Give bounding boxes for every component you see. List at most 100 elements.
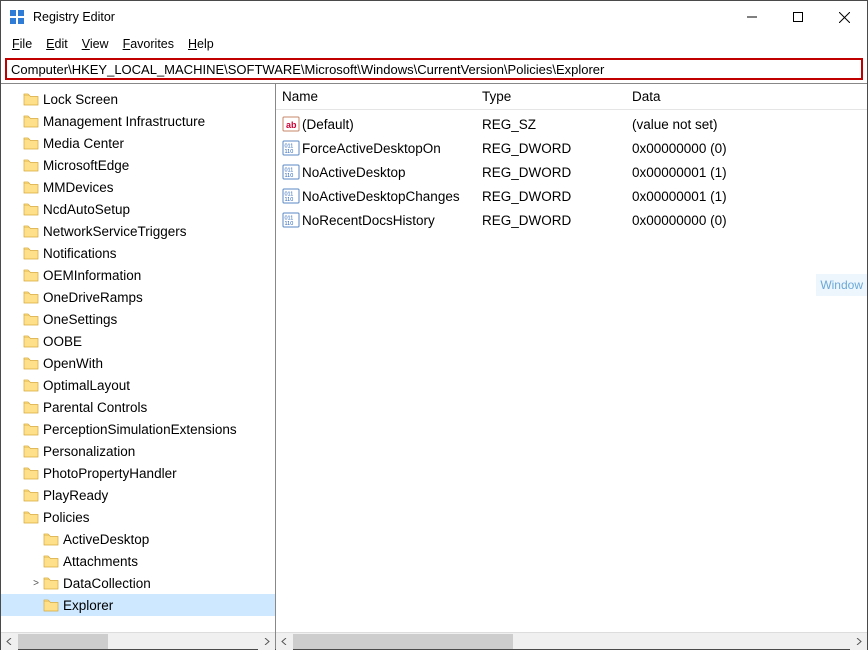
folder-icon	[23, 510, 39, 524]
scroll-left-icon[interactable]	[1, 633, 18, 650]
scroll-right-icon[interactable]	[258, 633, 275, 650]
close-button[interactable]	[821, 1, 867, 33]
chevron-right-icon	[29, 556, 43, 567]
svg-text:110: 110	[285, 197, 294, 203]
value-row[interactable]: 011110ForceActiveDesktopOnREG_DWORD0x000…	[276, 136, 867, 160]
scroll-right-icon[interactable]	[850, 633, 867, 650]
folder-icon	[23, 136, 39, 150]
folder-icon	[43, 598, 59, 612]
values-hscrollbar[interactable]	[276, 632, 867, 649]
watermark: Window	[816, 274, 867, 296]
tree-item[interactable]: Management Infrastructure	[1, 110, 275, 132]
value-name: NoActiveDesktopChanges	[302, 189, 482, 204]
menubar: File Edit View Favorites Help	[1, 33, 867, 55]
reg-dword-icon: 011110	[282, 211, 300, 229]
maximize-button[interactable]	[775, 1, 821, 33]
tree-item-label: OpenWith	[43, 356, 103, 371]
tree-item-label: Management Infrastructure	[43, 114, 205, 129]
scroll-track[interactable]	[293, 633, 850, 650]
value-row[interactable]: 011110NoActiveDesktopChangesREG_DWORD0x0…	[276, 184, 867, 208]
tree-item-label: Media Center	[43, 136, 124, 151]
scroll-left-icon[interactable]	[276, 633, 293, 650]
tree-item-label: Attachments	[63, 554, 138, 569]
tree-body[interactable]: Lock Screen Management Infrastructure Medi…	[1, 84, 275, 632]
tree-item[interactable]: Parental Controls	[1, 396, 275, 418]
window-title: Registry Editor	[33, 10, 729, 24]
minimize-button[interactable]	[729, 1, 775, 33]
values-header[interactable]: Name Type Data	[276, 84, 867, 110]
value-type: REG_DWORD	[482, 141, 632, 156]
scroll-track[interactable]	[18, 633, 258, 650]
tree-item[interactable]: ActiveDesktop	[1, 528, 275, 550]
column-data[interactable]: Data	[632, 89, 867, 104]
menu-edit[interactable]: Edit	[39, 35, 75, 53]
tree-item-label: DataCollection	[63, 576, 151, 591]
tree-item-label: Lock Screen	[43, 92, 118, 107]
value-row[interactable]: ab(Default)REG_SZ(value not set)	[276, 112, 867, 136]
menu-favorites[interactable]: Favorites	[116, 35, 181, 53]
addressbar[interactable]: Computer\HKEY_LOCAL_MACHINE\SOFTWARE\Mic…	[5, 58, 863, 80]
chevron-right-icon[interactable]: >	[29, 578, 43, 589]
value-name: NoRecentDocsHistory	[302, 213, 482, 228]
tree-item[interactable]: Notifications	[1, 242, 275, 264]
folder-icon	[23, 334, 39, 348]
column-name[interactable]: Name	[282, 89, 482, 104]
tree-item[interactable]: OOBE	[1, 330, 275, 352]
menu-view[interactable]: View	[75, 35, 116, 53]
folder-icon	[23, 92, 39, 106]
tree-item[interactable]: OneDriveRamps	[1, 286, 275, 308]
reg-dword-icon: 011110	[282, 139, 300, 157]
scroll-thumb[interactable]	[18, 634, 108, 649]
tree-item-label: Explorer	[63, 598, 113, 613]
svg-text:110: 110	[285, 221, 294, 227]
value-data: (value not set)	[632, 117, 867, 132]
folder-icon	[23, 488, 39, 502]
tree-item[interactable]: > DataCollection	[1, 572, 275, 594]
values-pane: Name Type Data ab(Default)REG_SZ(value n…	[276, 84, 867, 649]
folder-icon	[23, 466, 39, 480]
value-row[interactable]: 011110NoActiveDesktopREG_DWORD0x00000001…	[276, 160, 867, 184]
tree-item[interactable]: OpenWith	[1, 352, 275, 374]
tree-hscrollbar[interactable]	[1, 632, 275, 649]
chevron-right-icon	[29, 600, 43, 611]
tree-item[interactable]: PerceptionSimulationExtensions	[1, 418, 275, 440]
svg-text:ab: ab	[286, 120, 297, 130]
tree-item-label: Notifications	[43, 246, 117, 261]
value-data: 0x00000001 (1)	[632, 165, 867, 180]
menu-file[interactable]: File	[5, 35, 39, 53]
tree-item-label: MicrosoftEdge	[43, 158, 129, 173]
tree-item[interactable]: Personalization	[1, 440, 275, 462]
folder-icon	[23, 356, 39, 370]
scroll-thumb[interactable]	[293, 634, 513, 649]
tree-item-label: NetworkServiceTriggers	[43, 224, 187, 239]
tree-item-label: OOBE	[43, 334, 82, 349]
tree-item[interactable]: OptimalLayout	[1, 374, 275, 396]
tree-item[interactable]: Attachments	[1, 550, 275, 572]
tree-item[interactable]: PlayReady	[1, 484, 275, 506]
tree-item[interactable]: Policies	[1, 506, 275, 528]
folder-icon	[23, 444, 39, 458]
reg-dword-icon: 011110	[282, 163, 300, 181]
tree-item[interactable]: MicrosoftEdge	[1, 154, 275, 176]
tree-item[interactable]: PhotoPropertyHandler	[1, 462, 275, 484]
tree-item[interactable]: NcdAutoSetup	[1, 198, 275, 220]
reg-dword-icon: 011110	[282, 187, 300, 205]
menu-help[interactable]: Help	[181, 35, 221, 53]
tree-item[interactable]: MMDevices	[1, 176, 275, 198]
tree-item[interactable]: OneSettings	[1, 308, 275, 330]
folder-icon	[23, 114, 39, 128]
tree-item[interactable]: NetworkServiceTriggers	[1, 220, 275, 242]
column-type[interactable]: Type	[482, 89, 632, 104]
tree-item[interactable]: Lock Screen	[1, 88, 275, 110]
folder-icon	[23, 246, 39, 260]
value-row[interactable]: 011110NoRecentDocsHistoryREG_DWORD0x0000…	[276, 208, 867, 232]
values-body[interactable]: ab(Default)REG_SZ(value not set)011110Fo…	[276, 110, 867, 632]
value-type: REG_SZ	[482, 117, 632, 132]
svg-text:110: 110	[285, 173, 294, 179]
addressbar-container: Computer\HKEY_LOCAL_MACHINE\SOFTWARE\Mic…	[1, 55, 867, 83]
value-type: REG_DWORD	[482, 213, 632, 228]
tree-item-label: OEMInformation	[43, 268, 141, 283]
tree-item[interactable]: OEMInformation	[1, 264, 275, 286]
tree-item[interactable]: Media Center	[1, 132, 275, 154]
tree-item[interactable]: Explorer	[1, 594, 275, 616]
